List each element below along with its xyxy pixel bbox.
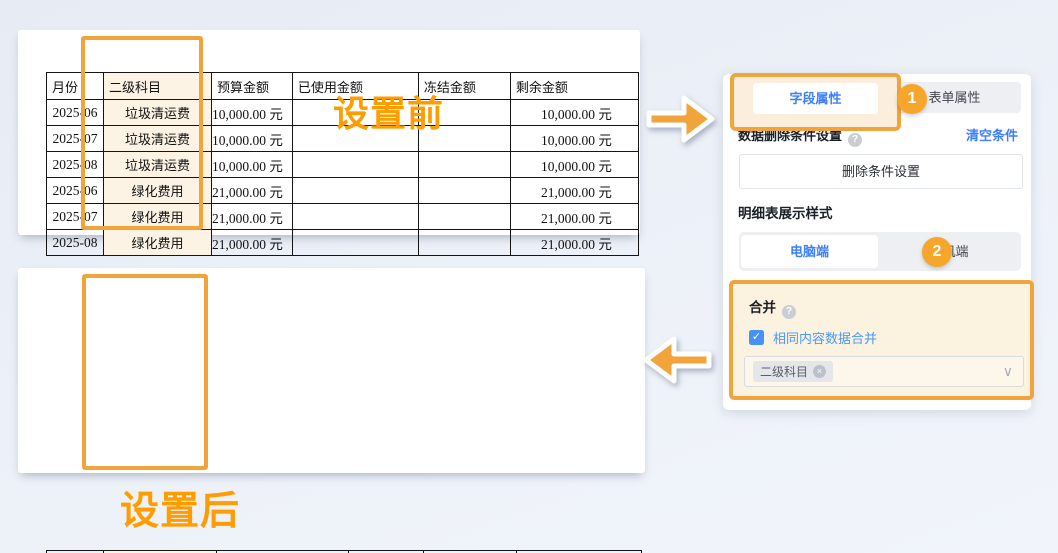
highlight-box-merge-section: 合并? ✓ 相同内容数据合并 二级科目 × ∨: [729, 280, 1034, 400]
merge-checkbox-row: ✓ 相同内容数据合并: [749, 328, 877, 347]
table-cell: 21,000.00 元: [510, 230, 638, 256]
table-cell: 2025-07: [47, 126, 104, 152]
merge-field-select[interactable]: 二级科目 × ∨: [744, 356, 1024, 387]
table-cell: 2025-08: [47, 152, 104, 178]
arrow-right-icon: [644, 90, 716, 148]
table-cell: 垃圾清运费: [104, 126, 212, 152]
column-header: 二级科目: [104, 73, 212, 100]
table-row: 2025-06绿化费用21,000.00 元21,000.00 元: [47, 178, 639, 204]
table-cell: 2025-06: [47, 178, 104, 204]
table-cell: [292, 152, 418, 178]
table-cell: [292, 178, 418, 204]
merge-field-tag: 二级科目 ×: [753, 361, 833, 382]
table-cell: 10,000.00 元: [510, 126, 638, 152]
merge-field-tag-label: 二级科目: [760, 363, 808, 380]
help-icon: ?: [848, 133, 862, 147]
merge-title: 合并?: [749, 296, 796, 319]
table-cell: 绿化费用: [104, 230, 212, 256]
step-2-badge: 2: [922, 237, 952, 267]
table-cell: 21,000.00 元: [212, 230, 293, 256]
table-row: 2025-08绿化费用21,000.00 元21,000.00 元: [47, 230, 639, 256]
before-table-card: 月份二级科目预算金额已使用金额冻结金额剩余金额2025-06垃圾清运费10,00…: [18, 30, 640, 235]
table-cell: 2025-08: [47, 230, 104, 256]
table-cell: 21,000.00 元: [212, 204, 293, 230]
table-cell: 10,000.00 元: [510, 152, 638, 178]
after-stamp-label: 设置后: [120, 492, 240, 531]
table-row: 2025-08垃圾清运费10,000.00 元10,000.00 元: [47, 152, 639, 178]
table-cell: [418, 178, 510, 204]
table-cell: 21,000.00 元: [510, 178, 638, 204]
table-cell: 2025-06: [47, 100, 104, 126]
table-cell: 10,000.00 元: [510, 100, 638, 126]
delete-condition-button[interactable]: 删除条件设置: [739, 154, 1023, 189]
tab-field-properties[interactable]: 字段属性: [753, 83, 878, 114]
table-cell: 垃圾清运费: [104, 152, 212, 178]
step-1-badge: 1: [897, 84, 927, 114]
after-table-card: 月份二级科目预算金额已使用金额冻结金额剩余金额2025-06垃圾清运费10,00…: [18, 268, 645, 473]
table-cell: 10,000.00 元: [212, 100, 293, 126]
column-header: 月份: [47, 73, 104, 100]
arrow-left-icon: [642, 331, 714, 389]
merge-checkbox[interactable]: ✓: [749, 330, 764, 345]
column-header: 剩余金额: [510, 73, 638, 100]
table-cell: [292, 204, 418, 230]
table-cell: 10,000.00 元: [212, 152, 293, 178]
table-cell: 绿化费用: [104, 178, 212, 204]
detail-style-title: 明细表展示样式: [738, 202, 833, 222]
settings-panel: 字段属性 表单属性 1 数据删除条件设置? 清空条件 删除条件设置 明细表展示样…: [723, 74, 1031, 410]
merge-title-text: 合并: [749, 300, 776, 315]
help-icon: ?: [782, 305, 796, 319]
merge-checkbox-label: 相同内容数据合并: [773, 328, 877, 347]
table-cell: 10,000.00 元: [212, 126, 293, 152]
close-icon[interactable]: ×: [813, 365, 826, 378]
table-row: 2025-07绿化费用21,000.00 元21,000.00 元: [47, 204, 639, 230]
table-cell: 2025-07: [47, 204, 104, 230]
table-cell: [418, 230, 510, 256]
page: 月份二级科目预算金额已使用金额冻结金额剩余金额2025-06垃圾清运费10,00…: [0, 0, 1058, 553]
table-cell: 21,000.00 元: [212, 178, 293, 204]
column-header: 预算金额: [212, 73, 293, 100]
table-cell: 21,000.00 元: [510, 204, 638, 230]
before-stamp-label: 设置前: [333, 96, 444, 132]
table-cell: [292, 230, 418, 256]
chevron-down-icon: ∨: [1003, 363, 1013, 380]
segment-pc[interactable]: 电脑端: [741, 235, 878, 268]
clear-condition-link[interactable]: 清空条件: [966, 125, 1018, 144]
table-cell: [418, 152, 510, 178]
table-cell: [418, 204, 510, 230]
table-cell: 绿化费用: [104, 204, 212, 230]
table-cell: 垃圾清运费: [104, 100, 212, 126]
